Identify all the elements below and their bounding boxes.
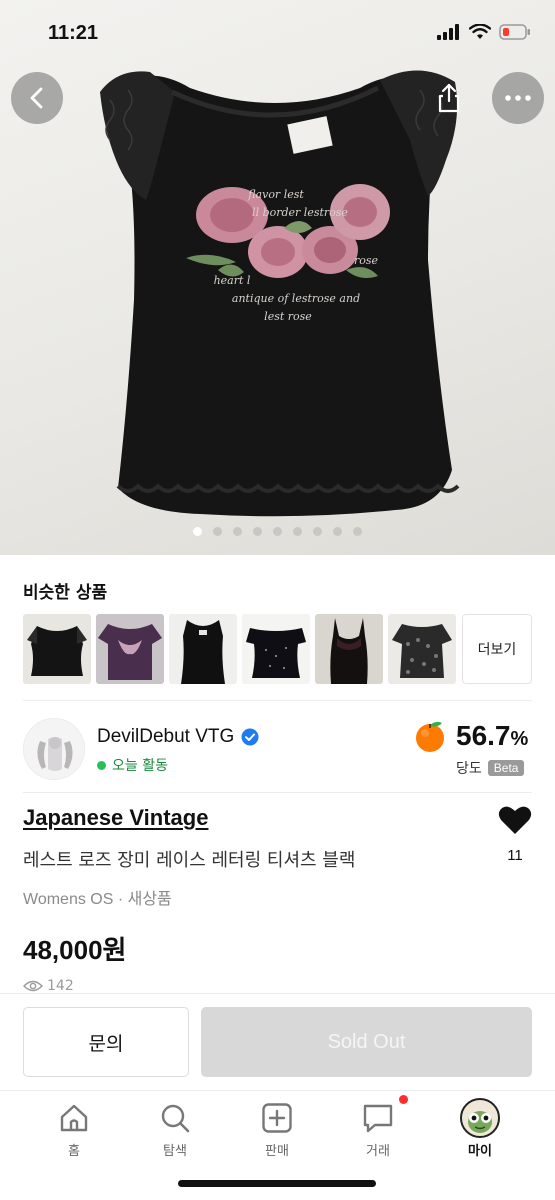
tab-explore[interactable]: 탐색 [135, 1099, 215, 1159]
eye-icon [23, 980, 43, 992]
tab-my[interactable]: 마이 [440, 1098, 520, 1159]
seller-avatar[interactable] [23, 718, 85, 780]
home-indicator [178, 1180, 376, 1187]
pagination-dot[interactable] [353, 527, 362, 536]
sell-plus-icon [262, 1103, 292, 1133]
similar-item-thumbnail[interactable] [242, 614, 310, 684]
tab-deals[interactable]: 거래 [338, 1095, 418, 1159]
sweetness-score: 56.7% [412, 718, 528, 754]
pagination-dot[interactable] [213, 527, 222, 536]
pagination-dot[interactable] [253, 527, 262, 536]
chevron-left-icon [30, 87, 43, 109]
battery-low-icon [499, 24, 530, 40]
pagination-dot[interactable] [233, 527, 242, 536]
profile-avatar-icon [460, 1098, 500, 1138]
see-more-button[interactable]: 더보기 [462, 614, 532, 684]
product-photo: flavor lest ll border lestrose heart l r… [100, 70, 460, 517]
view-count-value: 142 [47, 978, 74, 994]
print-line-3: heart l [214, 274, 251, 287]
home-icon [60, 1104, 88, 1132]
notification-dot [399, 1095, 408, 1104]
similar-item-thumbnail[interactable] [96, 614, 164, 684]
sweetness-label: 당도 [456, 761, 482, 777]
search-icon [161, 1104, 190, 1133]
sold-out-button[interactable]: Sold Out [201, 1007, 532, 1077]
seller-activity: 오늘 활동 [97, 755, 168, 775]
heart-icon [498, 806, 532, 834]
product-price: 48,000원 [23, 935, 127, 965]
chat-icon [363, 1104, 393, 1133]
similar-item-thumbnail[interactable] [315, 614, 383, 684]
tab-home-label: 홈 [68, 1144, 80, 1159]
view-count: 142 [23, 978, 74, 994]
divider [23, 700, 532, 701]
seller-activity-label: 오늘 활동 [112, 758, 168, 774]
verified-badge-icon [241, 728, 259, 746]
print-line-2: ll border lestrose [252, 206, 348, 219]
ellipsis-icon [505, 95, 531, 101]
signal-icon [437, 24, 459, 40]
product-image-gallery[interactable]: flavor lest ll border lestrose heart l r… [0, 0, 555, 555]
tab-deals-label: 거래 [366, 1144, 390, 1159]
score-value: 56.7 [456, 720, 511, 751]
similar-item-thumbnail[interactable] [23, 614, 91, 684]
pagination-dot[interactable] [273, 527, 282, 536]
status-bar: 11:21 [0, 0, 555, 70]
print-line-1: flavor lest [247, 188, 304, 201]
similar-items-list [23, 614, 456, 684]
wifi-icon [469, 24, 491, 39]
inquire-button[interactable]: 문의 [23, 1007, 189, 1077]
product-title: 레스트 로즈 장미 레이스 레터링 티셔츠 블랙 [23, 850, 356, 871]
score-unit: % [510, 728, 529, 750]
beta-badge: Beta [487, 760, 525, 776]
product-meta: Womens OS · 새상품 [23, 891, 172, 908]
sweetness-label-row: 당도 Beta [456, 758, 525, 778]
similar-items-title: 비슷한 상품 [23, 583, 108, 603]
more-options-button[interactable] [492, 72, 544, 124]
gallery-pagination [0, 527, 555, 536]
tab-sell-label: 판매 [265, 1144, 289, 1159]
tab-my-label: 마이 [468, 1144, 492, 1159]
seller-name-row[interactable]: DevilDebut VTG [97, 726, 259, 748]
pagination-dot[interactable] [293, 527, 302, 536]
brand-link[interactable]: Japanese Vintage [23, 805, 208, 831]
seller-name: DevilDebut VTG [97, 726, 235, 747]
like-button[interactable]: 11 [497, 805, 533, 864]
action-bar: 문의 Sold Out [0, 993, 555, 1089]
similar-item-thumbnail[interactable] [169, 614, 237, 684]
share-button[interactable] [423, 72, 475, 124]
pagination-dot[interactable] [313, 527, 322, 536]
print-line-6: lest rose [264, 310, 312, 323]
print-line-4: rose [354, 254, 379, 267]
tab-sell[interactable]: 판매 [237, 1099, 317, 1159]
tab-explore-label: 탐색 [163, 1144, 187, 1159]
share-icon [438, 83, 460, 113]
online-dot-icon [97, 760, 106, 770]
pagination-dot[interactable] [193, 527, 202, 536]
print-line-5: antique of lestrose and [232, 292, 360, 305]
similar-item-thumbnail[interactable] [388, 614, 456, 684]
pagination-dot[interactable] [333, 527, 342, 536]
back-button[interactable] [11, 72, 63, 124]
status-time: 11:21 [48, 22, 99, 44]
divider [23, 792, 532, 793]
orange-fruit-icon [416, 721, 444, 752]
tab-home[interactable]: 홈 [34, 1099, 114, 1159]
like-count: 11 [507, 847, 523, 864]
